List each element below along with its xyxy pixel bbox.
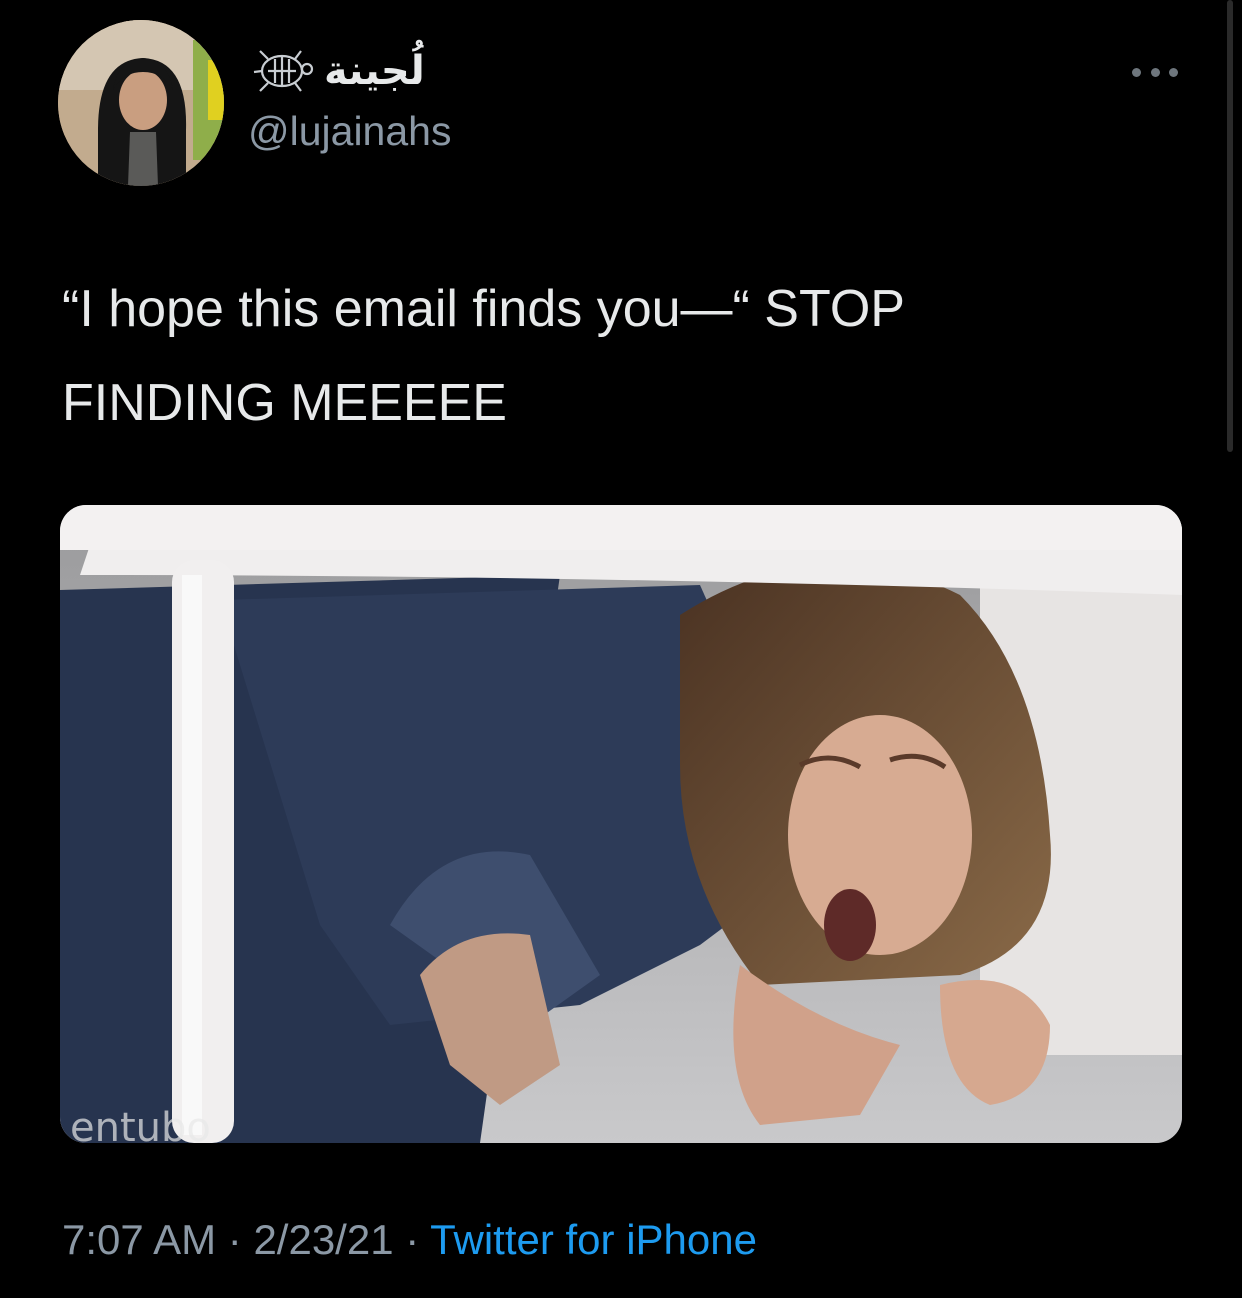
- author-avatar[interactable]: [58, 20, 224, 186]
- more-options-icon[interactable]: [1132, 60, 1178, 84]
- tweet-date[interactable]: 2/23/21: [253, 1216, 393, 1263]
- watermark-text: entubo: [70, 1105, 211, 1143]
- attached-photo[interactable]: entubo: [60, 505, 1182, 1143]
- turtle-icon: [253, 50, 314, 92]
- scrollbar[interactable]: [1227, 0, 1233, 452]
- tweet-time[interactable]: 7:07 AM: [62, 1216, 216, 1263]
- meta-separator: ·: [216, 1216, 254, 1263]
- author-name-row[interactable]: لُجينة: [248, 38, 425, 104]
- tweet-meta: 7:07 AM · 2/23/21 · Twitter for iPhone: [62, 1216, 757, 1264]
- tweet-text: “I hope this email finds you—“ STOP FIND…: [62, 280, 905, 432]
- meta-separator: ·: [393, 1216, 431, 1263]
- author-display-name: لُجينة: [324, 48, 425, 94]
- tweet-source-link[interactable]: Twitter for iPhone: [430, 1216, 757, 1263]
- author-handle[interactable]: @lujainahs: [248, 108, 451, 155]
